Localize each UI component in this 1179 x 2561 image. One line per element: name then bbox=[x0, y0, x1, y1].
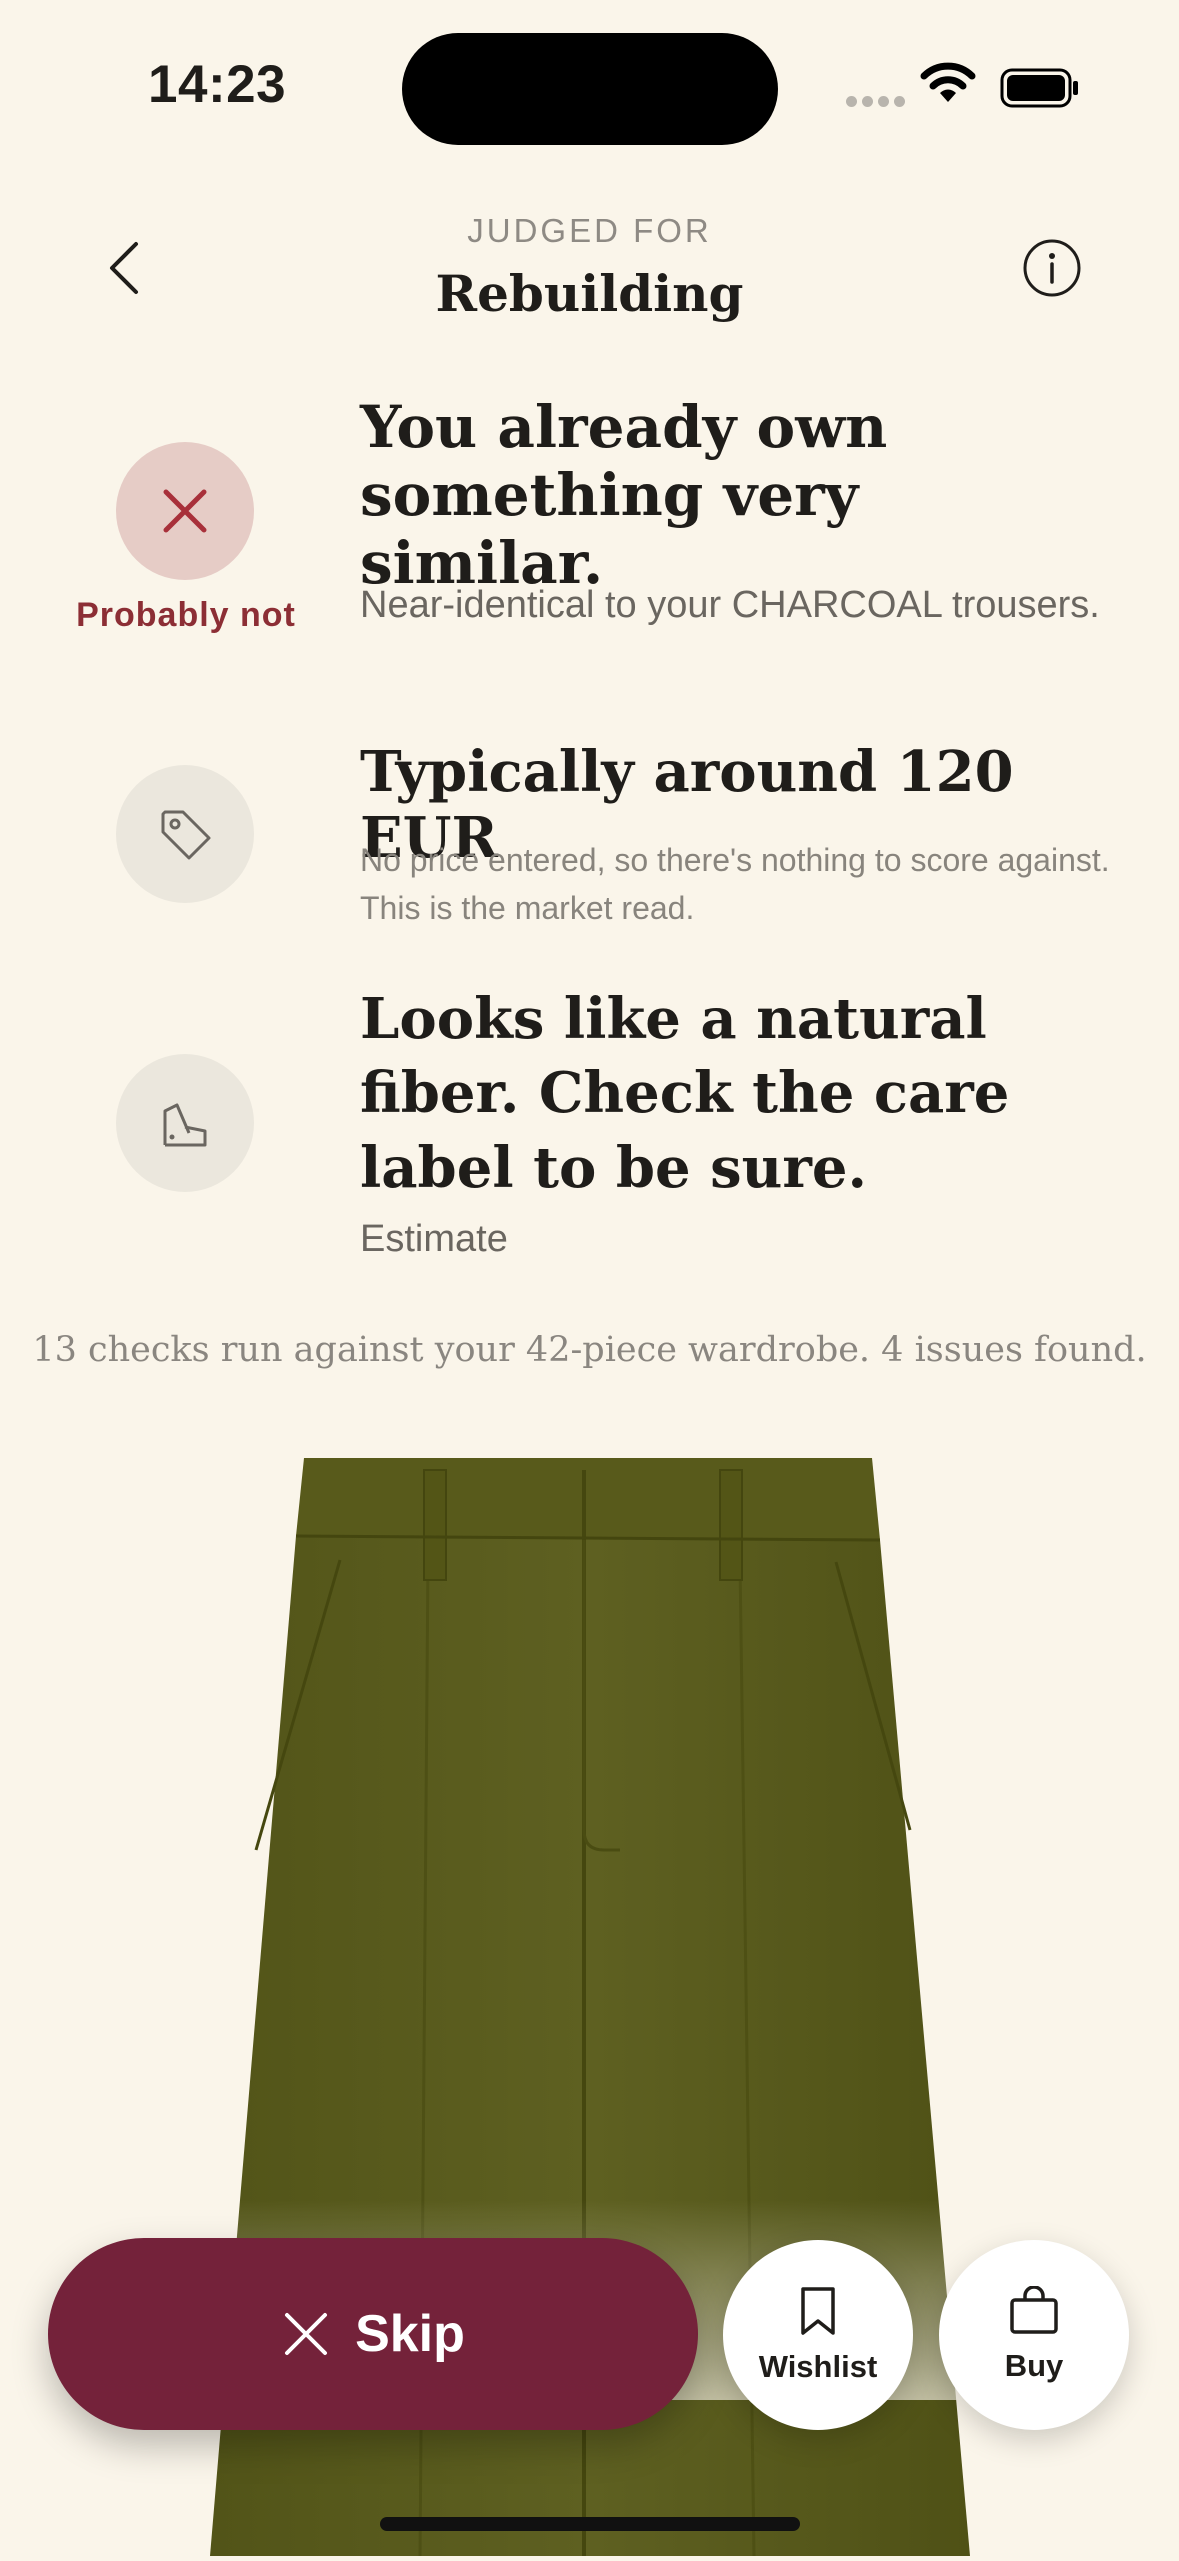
info-button[interactable] bbox=[1022, 238, 1082, 298]
fiber-title: Looks like a natural fiber. Check the ca… bbox=[360, 986, 1010, 1201]
dynamic-island bbox=[402, 33, 778, 145]
home-indicator[interactable] bbox=[380, 2517, 800, 2531]
shopping-bag-icon bbox=[1010, 2286, 1058, 2334]
page-title: Rebuilding bbox=[435, 264, 744, 323]
buy-button[interactable]: Buy bbox=[939, 2240, 1129, 2430]
wifi-icon bbox=[920, 62, 976, 111]
wishlist-label: Wishlist bbox=[758, 2349, 878, 2384]
info-icon bbox=[1023, 239, 1081, 297]
verdict-label: Probably not bbox=[76, 596, 296, 634]
bookmark-icon bbox=[801, 2287, 835, 2335]
close-icon bbox=[163, 489, 207, 533]
price-badge bbox=[116, 765, 254, 903]
cellular-signal-icon bbox=[846, 94, 910, 112]
fabric-swatch-icon bbox=[163, 1103, 207, 1147]
wishlist-button[interactable]: Wishlist bbox=[723, 2240, 913, 2430]
close-icon bbox=[285, 2313, 328, 2355]
verdict-badge bbox=[116, 442, 254, 580]
skip-label: Skip bbox=[355, 2305, 465, 2363]
similar-item-title: You already own something very similar. bbox=[360, 393, 888, 597]
status-time: 14:23 bbox=[148, 55, 287, 114]
checks-summary: 13 checks run against your 42-piece ward… bbox=[32, 1330, 1147, 1370]
buy-label: Buy bbox=[1004, 2348, 1064, 2383]
fiber-badge bbox=[116, 1054, 254, 1192]
fiber-detail: Estimate bbox=[360, 1218, 508, 1260]
price-detail: No price entered, so there's nothing to … bbox=[360, 842, 1110, 926]
battery-icon bbox=[1000, 68, 1080, 113]
tag-icon bbox=[161, 810, 211, 860]
skip-button[interactable]: Skip bbox=[48, 2238, 698, 2430]
judged-for-label: JUDGED FOR bbox=[467, 212, 712, 249]
similar-item-detail: Near-identical to your CHARCOAL trousers… bbox=[360, 584, 1100, 626]
